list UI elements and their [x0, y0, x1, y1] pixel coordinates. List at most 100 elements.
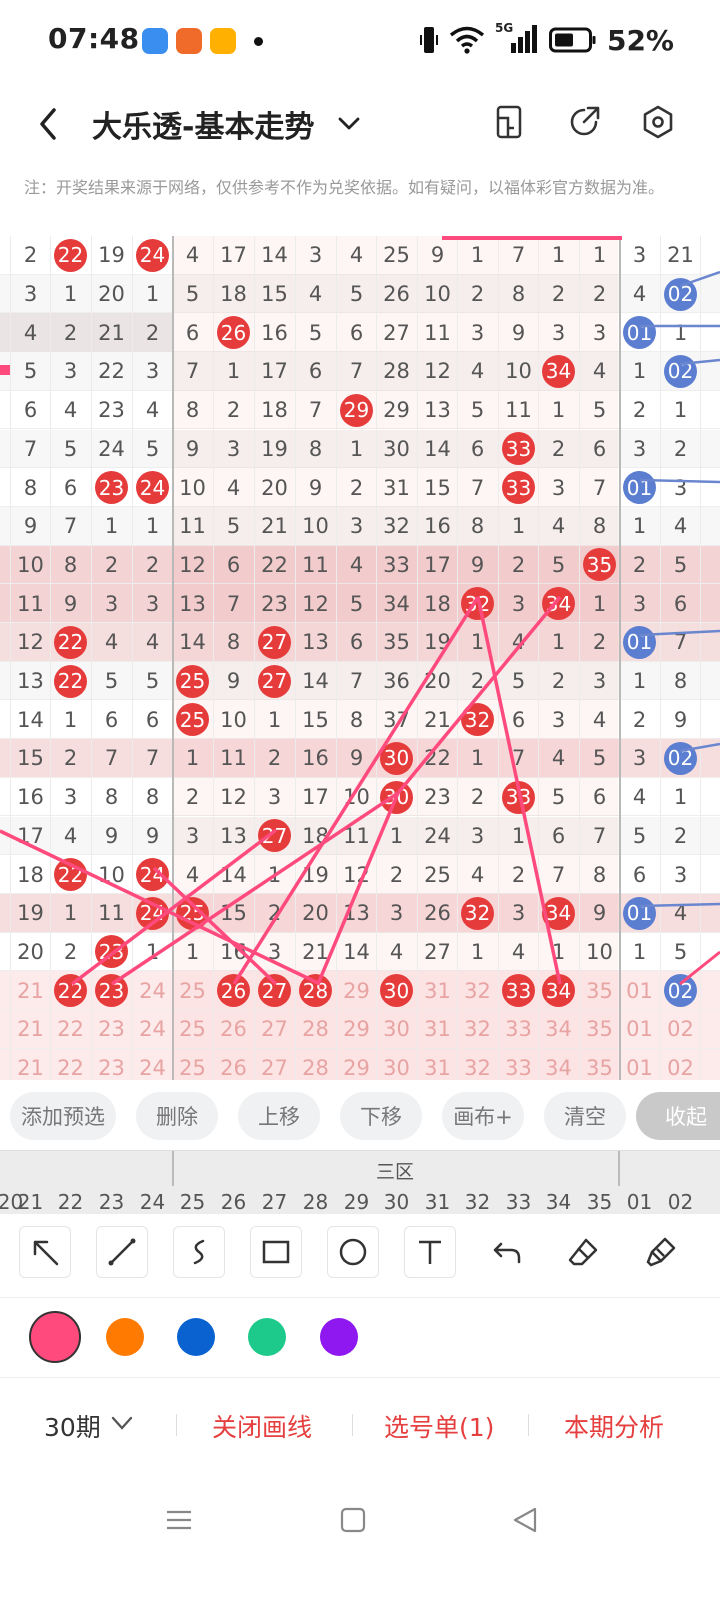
grid-cell[interactable]: 9 [579, 894, 620, 933]
grid-cell[interactable]: 2 [457, 662, 498, 701]
grid-cell[interactable]: 25 [417, 855, 458, 894]
grid-cell[interactable]: 15 [295, 700, 336, 739]
grid-cell[interactable]: 12 [417, 352, 458, 391]
grid-cell[interactable]: 13 [295, 623, 336, 662]
grid-cell[interactable]: 1 [660, 391, 701, 430]
grid-cell[interactable]: 3 [619, 739, 660, 778]
grid-cell[interactable]: 34 [538, 352, 579, 391]
grid-cell[interactable]: 2 [376, 855, 417, 894]
grid-cell[interactable]: 2 [254, 739, 295, 778]
grid-cell[interactable]: 23 [91, 1049, 132, 1080]
grid-cell[interactable]: 6 [579, 778, 620, 817]
move-down-button[interactable]: 下移 [340, 1092, 422, 1140]
grid-cell[interactable]: 26 [376, 275, 417, 314]
grid-cell[interactable]: 4 [538, 507, 579, 546]
grid-cell[interactable]: 1 [457, 236, 498, 275]
undo-icon[interactable] [481, 1226, 533, 1278]
grid-cell[interactable]: 9 [336, 739, 377, 778]
grid-cell[interactable]: 6 [336, 313, 377, 352]
grid-cell[interactable]: 11 [417, 313, 458, 352]
grid-cell[interactable]: 2 [619, 391, 660, 430]
grid-cell[interactable]: 4 [213, 468, 254, 507]
grid-cell[interactable]: 17 [417, 546, 458, 585]
grid-cell[interactable]: 15 [254, 275, 295, 314]
grid-cell[interactable]: 10 [336, 778, 377, 817]
grid-cell[interactable]: 2 [579, 275, 620, 314]
grid-cell[interactable]: 11 [91, 894, 132, 933]
grid-cell[interactable]: 3 [660, 468, 701, 507]
grid-cell[interactable]: 5 [457, 391, 498, 430]
grid-cell[interactable]: 25 [172, 1049, 213, 1080]
grid-cell[interactable]: 6 [579, 430, 620, 469]
grid-cell[interactable]: 3 [132, 584, 173, 623]
color-swatch-green[interactable] [248, 1318, 286, 1356]
grid-cell[interactable]: 35 [376, 623, 417, 662]
grid-cell[interactable]: 16 [213, 933, 254, 972]
grid-cell[interactable]: 22 [50, 971, 91, 1010]
grid-cell[interactable]: 32 [457, 894, 498, 933]
grid-cell[interactable]: 18 [10, 855, 51, 894]
grid-cell[interactable]: 4 [132, 623, 173, 662]
grid-cell[interactable]: 02 [660, 971, 701, 1010]
grid-cell[interactable]: 10 [295, 507, 336, 546]
grid-cell[interactable]: 13 [172, 584, 213, 623]
share-icon[interactable] [566, 104, 602, 140]
grid-cell[interactable]: 22 [50, 855, 91, 894]
grid-cell[interactable]: 6 [213, 546, 254, 585]
grid-cell[interactable]: 17 [295, 778, 336, 817]
grid-cell[interactable]: 1 [132, 507, 173, 546]
grid-cell[interactable]: 11 [498, 391, 539, 430]
grid-cell[interactable]: 35 [579, 971, 620, 1010]
grid-cell[interactable]: 12 [295, 584, 336, 623]
grid-cell[interactable]: 5 [91, 662, 132, 701]
period-select[interactable]: 30期 [44, 1408, 101, 1444]
grid-cell[interactable]: 4 [619, 778, 660, 817]
grid-cell[interactable]: 3 [295, 236, 336, 275]
grid-cell[interactable]: 22 [50, 623, 91, 662]
grid-cell[interactable]: 9 [10, 507, 51, 546]
grid-cell[interactable]: 23 [417, 778, 458, 817]
grid-cell[interactable]: 14 [254, 236, 295, 275]
grid-cell[interactable]: 8 [50, 546, 91, 585]
grid-cell[interactable]: 26 [213, 1049, 254, 1080]
delete-button[interactable]: 删除 [136, 1092, 218, 1140]
grid-cell[interactable]: 4 [172, 236, 213, 275]
grid-cell[interactable]: 4 [132, 391, 173, 430]
color-swatch-purple[interactable] [320, 1318, 358, 1356]
grid-cell[interactable]: 3 [336, 507, 377, 546]
grid-cell[interactable]: 27 [376, 313, 417, 352]
grid-cell[interactable]: 32 [457, 584, 498, 623]
grid-cell[interactable]: 20 [295, 894, 336, 933]
grid-cell[interactable]: 22 [50, 1049, 91, 1080]
grid-cell[interactable]: 34 [538, 894, 579, 933]
grid-cell[interactable]: 24 [132, 894, 173, 933]
settings-icon[interactable] [640, 104, 676, 140]
grid-cell[interactable]: 35 [579, 546, 620, 585]
grid-cell[interactable]: 01 [619, 468, 660, 507]
grid-cell[interactable]: 14 [295, 662, 336, 701]
grid-cell[interactable]: 34 [538, 1010, 579, 1049]
grid-cell[interactable]: 22 [417, 739, 458, 778]
line-tool-icon[interactable] [96, 1226, 148, 1278]
grid-cell[interactable]: 2 [660, 430, 701, 469]
grid-cell[interactable]: 16 [254, 313, 295, 352]
grid-cell[interactable]: 1 [538, 236, 579, 275]
grid-cell[interactable]: 3 [538, 313, 579, 352]
grid-cell[interactable]: 1 [498, 507, 539, 546]
grid-cell[interactable]: 27 [417, 933, 458, 972]
grid-cell[interactable]: 3 [50, 352, 91, 391]
grid-cell[interactable]: 3 [254, 933, 295, 972]
grid-cell[interactable]: 19 [10, 894, 51, 933]
grid-cell[interactable]: 5 [336, 275, 377, 314]
grid-cell[interactable]: 4 [50, 817, 91, 856]
grid-cell[interactable]: 4 [457, 352, 498, 391]
grid-cell[interactable]: 02 [660, 739, 701, 778]
grid-cell[interactable]: 13 [336, 894, 377, 933]
grid-cell[interactable]: 1 [538, 391, 579, 430]
grid-cell[interactable]: 6 [336, 623, 377, 662]
rect-tool-icon[interactable] [250, 1226, 302, 1278]
grid-cell[interactable]: 28 [295, 1010, 336, 1049]
grid-cell[interactable]: 9 [295, 468, 336, 507]
grid-cell[interactable]: 1 [254, 700, 295, 739]
grid-cell[interactable]: 3 [132, 352, 173, 391]
